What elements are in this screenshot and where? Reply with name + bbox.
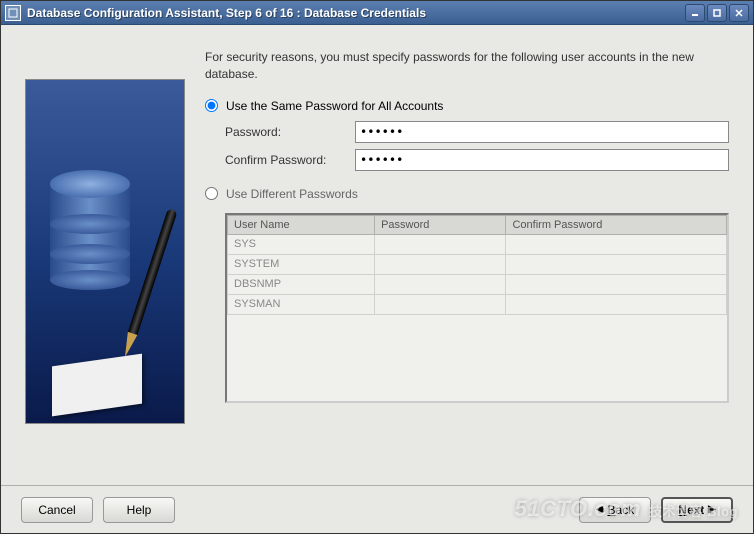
cell-user: SYSMAN xyxy=(228,294,375,314)
col-username: User Name xyxy=(228,215,375,234)
confirm-password-input[interactable] xyxy=(355,149,729,171)
table-row: SYSMAN xyxy=(228,294,727,314)
cell-pw xyxy=(375,234,506,254)
chevron-left-icon: ◀ xyxy=(596,504,604,515)
table-row: DBSNMP xyxy=(228,274,727,294)
cancel-button[interactable]: Cancel xyxy=(21,497,93,523)
content-area: For security reasons, you must specify p… xyxy=(1,25,753,485)
close-button[interactable] xyxy=(729,4,749,22)
different-passwords-option[interactable]: Use Different Passwords xyxy=(205,187,729,201)
password-input[interactable] xyxy=(355,121,729,143)
app-icon xyxy=(5,5,21,21)
minimize-button[interactable] xyxy=(685,4,705,22)
cell-user: DBSNMP xyxy=(228,274,375,294)
col-password: Password xyxy=(375,215,506,234)
cell-pw xyxy=(375,294,506,314)
cell-confirm xyxy=(506,274,727,294)
table-row: SYSTEM xyxy=(228,254,727,274)
back-button[interactable]: ◀ Back xyxy=(579,497,651,523)
form-area: For security reasons, you must specify p… xyxy=(205,49,729,477)
wizard-side-graphic xyxy=(25,79,185,424)
confirm-password-label: Confirm Password: xyxy=(225,153,355,167)
same-password-form: Password: Confirm Password: xyxy=(225,121,729,171)
chevron-right-icon: ▶ xyxy=(708,504,716,515)
titlebar: Database Configuration Assistant, Step 6… xyxy=(1,1,753,25)
same-password-radio[interactable] xyxy=(205,99,218,112)
tag-icon xyxy=(52,354,142,417)
next-button[interactable]: Next ▶ xyxy=(661,497,733,523)
different-passwords-label: Use Different Passwords xyxy=(226,187,358,201)
cell-confirm xyxy=(506,254,727,274)
users-table: User Name Password Confirm Password SYSS… xyxy=(227,215,727,315)
same-password-label: Use the Same Password for All Accounts xyxy=(226,99,443,113)
window-controls xyxy=(685,4,749,22)
help-button[interactable]: Help xyxy=(103,497,175,523)
dialog-window: Database Configuration Assistant, Step 6… xyxy=(0,0,754,534)
password-label: Password: xyxy=(225,125,355,139)
cell-pw xyxy=(375,254,506,274)
table-row: SYS xyxy=(228,234,727,254)
cell-user: SYSTEM xyxy=(228,254,375,274)
maximize-button[interactable] xyxy=(707,4,727,22)
cell-user: SYS xyxy=(228,234,375,254)
users-table-container: User Name Password Confirm Password SYSS… xyxy=(225,213,729,403)
database-icon xyxy=(50,170,130,280)
different-passwords-radio[interactable] xyxy=(205,187,218,200)
cell-confirm xyxy=(506,234,727,254)
intro-text: For security reasons, you must specify p… xyxy=(205,49,729,83)
cell-confirm xyxy=(506,294,727,314)
window-title: Database Configuration Assistant, Step 6… xyxy=(27,6,685,20)
same-password-option[interactable]: Use the Same Password for All Accounts xyxy=(205,99,729,113)
button-bar: Cancel Help ◀ Back Next ▶ xyxy=(1,485,753,533)
col-confirm: Confirm Password xyxy=(506,215,727,234)
cell-pw xyxy=(375,274,506,294)
